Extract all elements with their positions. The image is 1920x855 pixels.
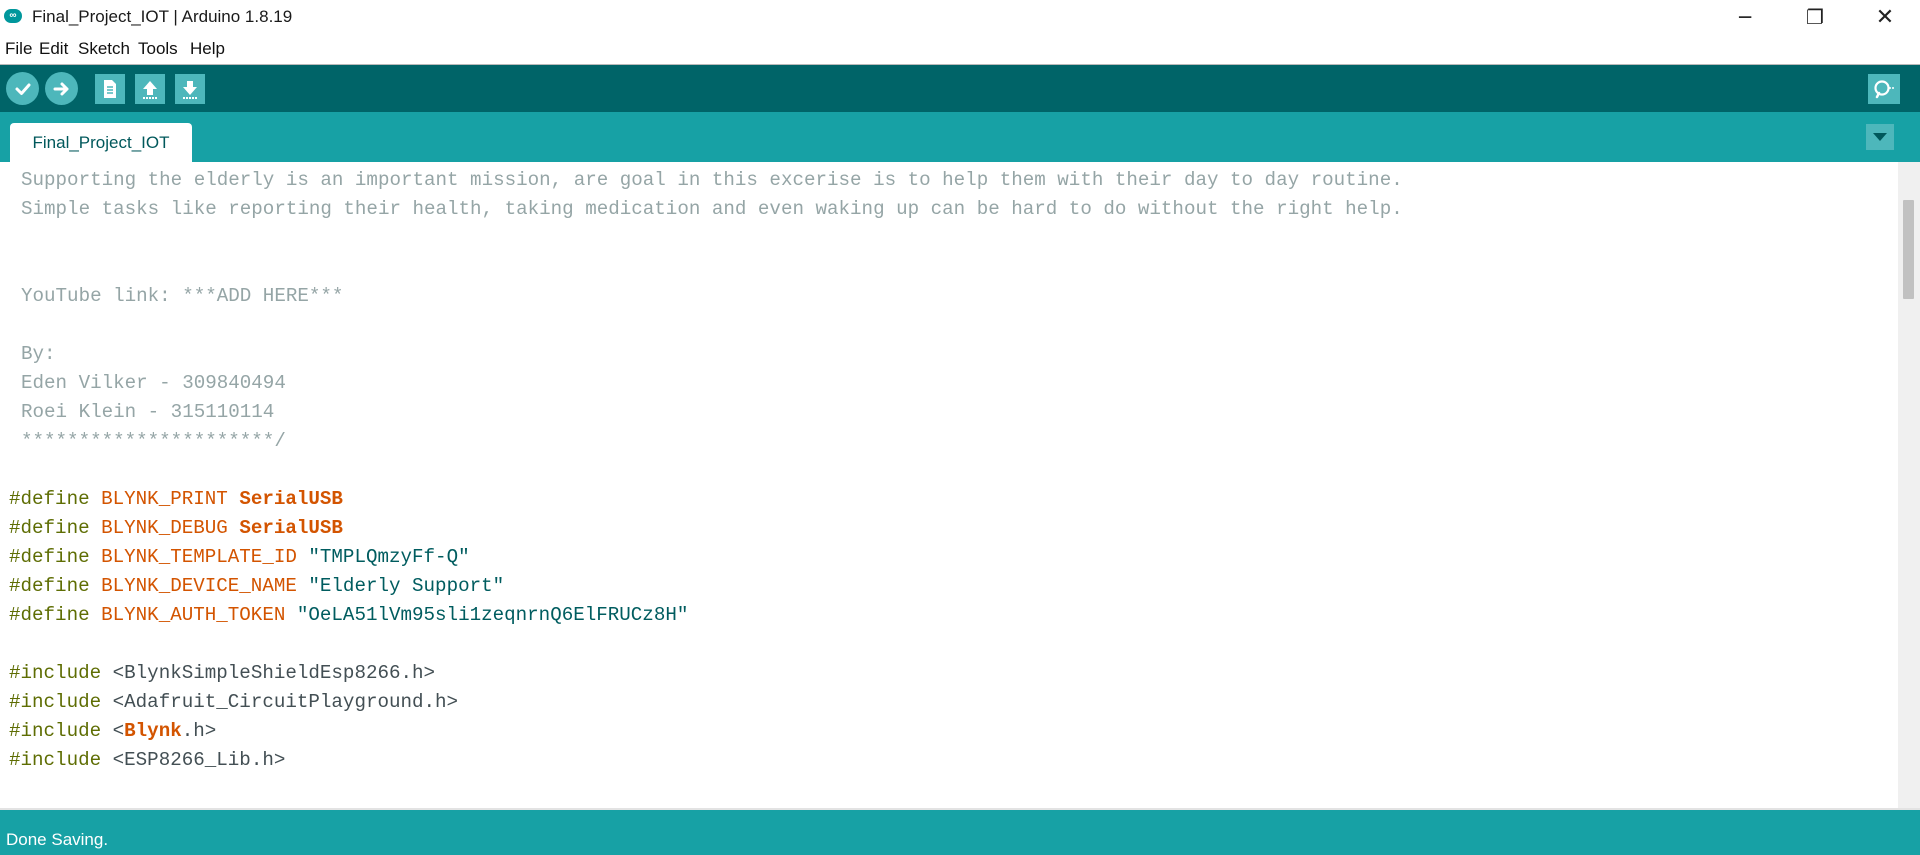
include-keyword: #include	[9, 720, 102, 742]
include-keyword: #include	[9, 691, 102, 713]
menu-file[interactable]: File	[5, 39, 32, 59]
define-value: "TMPLQmzyFf-Q"	[308, 546, 470, 568]
comment-line: YouTube link: ***ADD HERE***	[21, 285, 344, 307]
define-name: BLYNK_PRINT	[101, 488, 228, 510]
define-name: BLYNK_DEBUG	[101, 517, 228, 539]
verify-button[interactable]	[6, 72, 39, 105]
include-header-open: <	[112, 720, 125, 742]
serial-monitor-button[interactable]	[1868, 74, 1900, 104]
include-header: <BlynkSimpleShieldEsp8266.h>	[112, 662, 436, 684]
define-line: #define BLYNK_DEVICE_NAME "Elderly Suppo…	[9, 572, 504, 601]
close-button[interactable]: ✕	[1850, 0, 1920, 34]
title-bar: ∞ Final_Project_IOT | Arduino 1.8.19 ─ ❐…	[0, 0, 1920, 34]
restore-button[interactable]: ❐	[1780, 0, 1850, 34]
define-value: "OeLA51lVm95sli1zeqnrnQ6ElFRUCz8H"	[296, 604, 689, 626]
code-editor[interactable]: Supporting the elderly is an important m…	[0, 162, 1898, 808]
define-line: #define BLYNK_DEBUG SerialUSB	[9, 514, 343, 543]
save-down-arrow-icon	[183, 81, 197, 99]
new-file-icon	[104, 80, 116, 98]
define-keyword: #define	[9, 517, 90, 539]
include-header-name: Blynk	[124, 720, 182, 742]
include-header: <Adafruit_CircuitPlayground.h>	[112, 691, 459, 713]
comment-line: Roei Klein - 315110114	[21, 401, 275, 423]
menu-sketch[interactable]: Sketch	[78, 39, 130, 59]
window-title: Final_Project_IOT | Arduino 1.8.19	[32, 7, 293, 26]
comment-line: Supporting the elderly is an important m…	[21, 169, 1403, 191]
define-name: BLYNK_DEVICE_NAME	[101, 575, 297, 597]
comment-line: Eden Vilker - 309840494	[21, 372, 286, 394]
include-line: #include <BlynkSimpleShieldEsp8266.h>	[9, 659, 435, 688]
define-line: #define BLYNK_TEMPLATE_ID "TMPLQmzyFf-Q"	[9, 543, 470, 572]
include-line: #include <Blynk.h>	[9, 717, 216, 746]
arduino-logo-icon: ∞	[4, 9, 22, 23]
define-value: "Elderly Support"	[308, 575, 505, 597]
define-line: #define BLYNK_AUTH_TOKEN "OeLA51lVm95sli…	[9, 601, 688, 630]
new-sketch-button[interactable]	[95, 74, 125, 104]
include-line: #include <ESP8266_Lib.h>	[9, 746, 285, 775]
upload-button[interactable]	[45, 72, 78, 105]
chevron-down-icon	[1873, 133, 1887, 141]
include-line: #include <Adafruit_CircuitPlayground.h>	[9, 688, 458, 717]
define-keyword: #define	[9, 604, 90, 626]
serial-monitor-icon	[1874, 80, 1894, 99]
scrollbar-thumb[interactable]	[1903, 200, 1914, 299]
define-keyword: #define	[9, 488, 90, 510]
open-sketch-button[interactable]	[135, 74, 165, 104]
verify-icon	[15, 83, 30, 95]
comment-line: **********************/	[21, 430, 286, 452]
menu-bar: File Edit Sketch Tools Help	[0, 34, 1920, 65]
toolbar	[0, 65, 1920, 112]
menu-tools[interactable]: Tools	[138, 39, 178, 59]
tab-final-project-iot[interactable]: Final_Project_IOT	[10, 123, 192, 162]
status-message: Done Saving.	[6, 830, 109, 849]
minimize-button[interactable]: ─	[1710, 0, 1780, 34]
tab-menu-button[interactable]	[1866, 124, 1894, 150]
include-keyword: #include	[9, 749, 102, 771]
include-keyword: #include	[9, 662, 102, 684]
menu-help[interactable]: Help	[190, 39, 225, 59]
upload-arrow-icon	[53, 82, 68, 95]
comment-line: By:	[21, 343, 56, 365]
tab-bar: Final_Project_IOT	[0, 112, 1920, 162]
include-header-close: .h>	[181, 720, 217, 742]
define-name: BLYNK_AUTH_TOKEN	[101, 604, 286, 626]
include-header: <ESP8266_Lib.h>	[112, 749, 286, 771]
open-up-arrow-icon	[143, 81, 157, 99]
define-keyword: #define	[9, 575, 90, 597]
menu-edit[interactable]: Edit	[39, 39, 68, 59]
define-value: SerialUSB	[239, 488, 343, 510]
define-value: SerialUSB	[239, 517, 343, 539]
define-line: #define BLYNK_PRINT SerialUSB	[9, 485, 343, 514]
save-sketch-button[interactable]	[175, 74, 205, 104]
comment-line: Simple tasks like reporting their health…	[21, 198, 1403, 220]
define-keyword: #define	[9, 546, 90, 568]
define-name: BLYNK_TEMPLATE_ID	[101, 546, 297, 568]
status-bar: Done Saving.	[0, 810, 1920, 855]
